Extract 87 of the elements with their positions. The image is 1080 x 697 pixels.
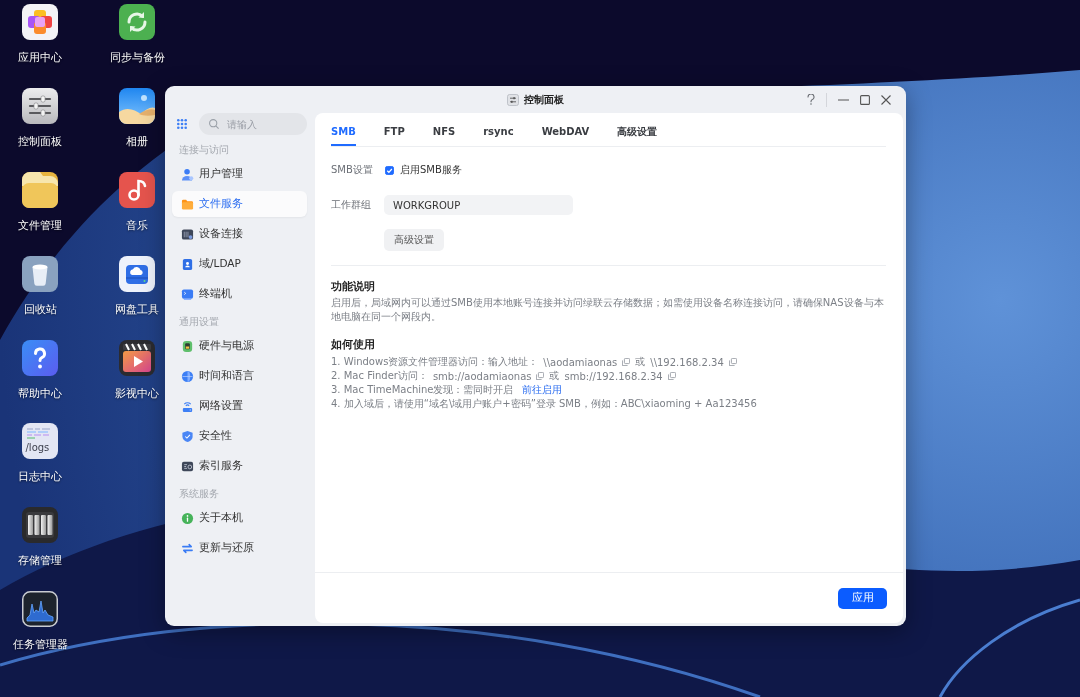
sidebar-item[interactable]: 硬件与电源 [172,333,307,359]
desktop-icon-label[interactable]: 帮助中心 [18,385,62,400]
sync-icon[interactable] [119,4,155,40]
folder-icon [181,197,194,211]
network-icon [181,399,194,413]
log-file-icon[interactable]: /logs [22,423,58,460]
colorful-cross-icon[interactable] [22,4,58,40]
desktop-icon-label[interactable]: 日志中心 [18,469,62,484]
desktop-icon-label[interactable]: 音乐 [126,217,148,232]
id-card-icon [181,257,194,271]
tab[interactable]: FTP [383,113,405,146]
sidebar-item[interactable]: 设备连接 [172,221,307,247]
tab[interactable]: 高级设置 [617,113,658,146]
step-text: 2. Mac Finder访问： [331,369,428,383]
sidebar-item[interactable]: 索引服务 [172,453,307,479]
music-note-icon[interactable] [119,171,155,208]
tab[interactable]: SMB [331,113,356,146]
sidebar-item[interactable]: 终端机 [172,281,307,307]
section-header: 系统服务 [178,487,220,501]
grid-menu-icon[interactable] [177,119,187,129]
desktop-icon-label[interactable]: 网盘工具 [115,301,159,316]
desktop-icon-label[interactable]: 控制面板 [18,133,62,148]
landscape-icon[interactable] [119,87,155,124]
desktop-icon-label[interactable]: 同步与备份 [109,50,165,64]
field-label: 工作群组 [331,198,372,212]
close-icon[interactable] [881,94,891,105]
step-text: 或 [635,355,646,369]
tab[interactable]: rsync [483,113,514,146]
address-text: \\aodamiaonas [543,356,618,368]
section-header: 连接与访问 [178,143,230,157]
step-text: 4. 加入域后，请使用“域名\域用户账户+密码”登录 SMB，例如：ABC\xiaoming + Aa123456 [331,397,757,411]
device-icon [181,227,194,241]
sidebar-item[interactable]: 文件服务 [172,191,307,217]
info-icon [181,511,194,525]
desktop-icon-label[interactable]: 存储管理 [18,553,62,568]
sliders-icon [507,93,519,106]
advanced-settings-button[interactable]: 高级设置 [384,229,444,251]
index-icon [181,459,194,473]
checkbox[interactable] [385,165,394,175]
desktop-icon-label[interactable]: 影视中心 [115,385,159,400]
clapperboard-icon[interactable] [119,339,155,376]
address-text: smb://aodamiaonas [432,370,532,382]
folder-icon[interactable] [22,171,58,208]
sidebar-item[interactable]: 关于本机 [172,505,307,531]
step-text: 或 [549,369,560,383]
section-title: 功能说明 [331,279,376,294]
desktop-icon-label[interactable]: 应用中心 [18,50,62,64]
enable-link[interactable]: 前往启用 [521,383,562,397]
step-text: 1. Windows资源文件管理器访问：输入地址： [331,355,539,369]
hard-drive-icon[interactable] [119,255,155,292]
globe-icon [181,369,194,383]
sidebar-item[interactable]: 更新与还原 [172,535,307,561]
tab[interactable]: WebDAV [541,113,590,146]
workgroup-field[interactable]: WORKGROUP [384,195,573,215]
drive-bays-icon[interactable] [22,507,58,544]
activity-graph-icon[interactable] [22,591,58,628]
apply-button[interactable]: 应用 [838,587,887,609]
sliders-icon[interactable] [22,87,58,124]
sidebar-item[interactable]: 用户管理 [172,161,307,187]
trash-bin-icon[interactable] [22,255,58,292]
maximize-icon[interactable] [860,94,870,105]
help-icon[interactable] [22,339,58,376]
desktop-icon-label[interactable]: 任务管理器 [12,637,68,652]
address-text: \\192.168.2.34 [650,356,724,368]
user-icon [181,167,194,181]
sidebar-item[interactable]: 域/LDAP [172,251,307,277]
section-header: 通用设置 [178,315,220,329]
search-field[interactable]: 请输入 [199,113,307,135]
step-text: 3. Mac TimeMachine发现：需同时开启 [331,383,514,397]
description-text: 启用后，局域网内可以通过SMB使用本地账号连接并访问绿联云存储数据；如需使用设备名称连接访问，请确保NAS设备与本地电脑在同一个网段内。 [331,296,885,324]
refresh-icon [181,541,194,555]
sidebar-item[interactable]: 时间和语言 [172,363,307,389]
desktop-icon-label[interactable]: 文件管理 [18,217,62,232]
sidebar-item[interactable]: 安全性 [172,423,307,449]
checkbox-label[interactable]: 启用SMB服务 [400,163,462,177]
address-text: smb://192.168.2.34 [564,370,663,382]
section-title: 如何使用 [331,337,376,352]
desktop-icon-label[interactable]: 回收站 [23,301,57,316]
tab[interactable]: NFS [432,113,456,146]
desktop-icon-label[interactable]: 相册 [126,133,148,148]
battery-icon [181,339,194,353]
field-label: SMB设置 [331,163,374,177]
search-icon [209,119,219,129]
window-title: 控制面板 [524,92,564,107]
sidebar-item[interactable]: 网络设置 [172,393,307,419]
terminal-icon [181,287,194,301]
shield-icon [181,429,194,443]
